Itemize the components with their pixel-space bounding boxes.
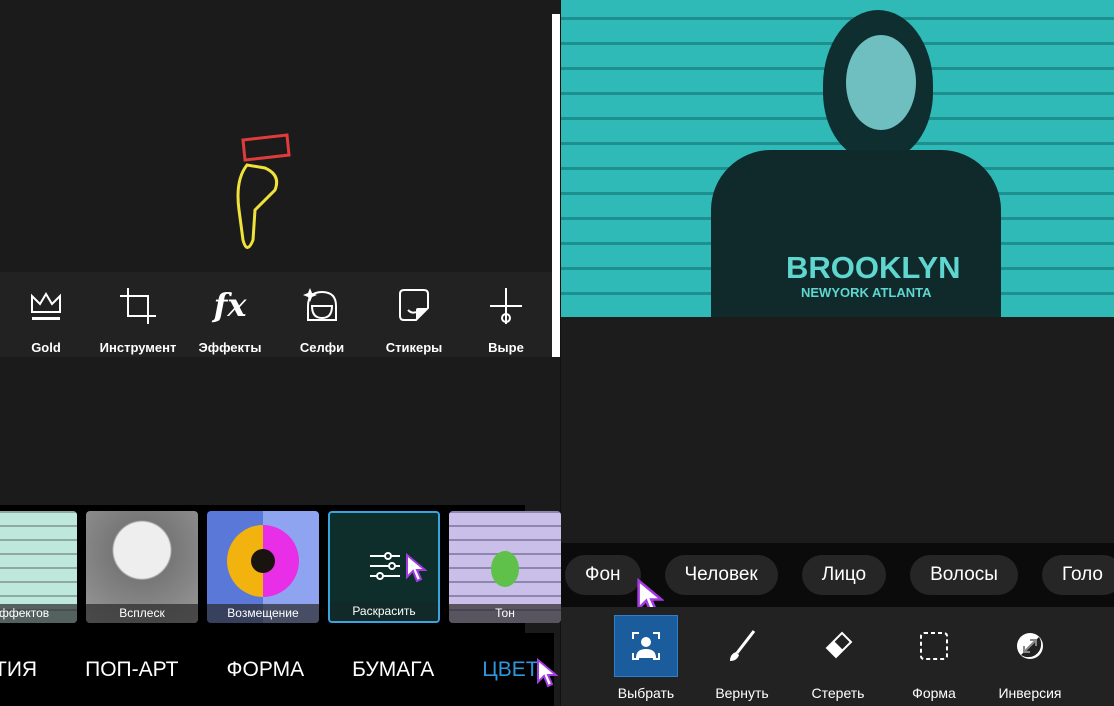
eraser-icon xyxy=(825,631,853,659)
effect-label: Тон xyxy=(449,604,561,623)
brush-icon xyxy=(730,630,756,661)
chip-face[interactable]: Лицо xyxy=(801,555,887,595)
tool-label: Выбрать xyxy=(617,685,675,701)
effect-thumb[interactable]: эффектов xyxy=(0,511,77,623)
shirt-subtext: NEWYORK ATLANTA xyxy=(801,285,932,300)
tab-category[interactable]: ТИЯ xyxy=(0,658,37,682)
tool-label: Выре xyxy=(488,340,524,355)
effect-thumb[interactable]: Возмещение xyxy=(207,511,319,623)
tab-category[interactable]: ПОП-АРТ xyxy=(85,658,178,682)
tab-category-active[interactable]: ЦВЕТ xyxy=(482,658,538,682)
main-toolbar: Gold Инструмент fx Эффекты Селфи Стикеры … xyxy=(0,272,552,357)
tool-instrument[interactable]: Инструмент xyxy=(92,272,184,357)
tool-label: Инверсия xyxy=(998,685,1062,701)
photo-canvas[interactable]: BROOKLYN NEWYORK ATLANTA xyxy=(561,0,1114,317)
tool-label: Стикеры xyxy=(385,340,443,355)
tool-selfie[interactable]: Селфи xyxy=(276,272,368,357)
sliders-icon xyxy=(370,552,400,580)
tool-stickers[interactable]: Стикеры xyxy=(368,272,460,357)
tool-label: Gold xyxy=(31,340,61,355)
chip-hair[interactable]: Волосы xyxy=(910,555,1018,595)
invert-icon xyxy=(1017,633,1043,659)
tab-category[interactable]: ФОРМА xyxy=(227,658,305,682)
category-tabs: ТИЯ ПОП-АРТ ФОРМА БУМАГА ЦВЕТ xyxy=(0,633,554,706)
effect-thumb[interactable]: Тон xyxy=(449,511,561,623)
tool-select[interactable]: Выбрать xyxy=(613,607,679,706)
shirt-text: BROOKLYN xyxy=(786,250,961,285)
tool-label: Эффекты xyxy=(198,340,262,355)
tool-gold[interactable]: Gold xyxy=(0,272,92,357)
chip-head[interactable]: Голо xyxy=(1041,555,1114,595)
effect-label: Возмещение xyxy=(207,604,319,623)
tool-erase[interactable]: Стереть xyxy=(805,607,871,706)
sticker-icon xyxy=(399,289,429,321)
tab-category[interactable]: БУМАГА xyxy=(352,658,434,682)
tool-label: Инструмент xyxy=(99,340,177,355)
effect-thumb[interactable]: Всплеск xyxy=(86,511,198,623)
tool-label: Форма xyxy=(912,685,956,701)
chip-background[interactable]: Фон xyxy=(565,555,641,595)
mouse-cursor-icon xyxy=(537,658,558,688)
tool-restore[interactable]: Вернуть xyxy=(709,607,775,706)
effect-label: эффектов xyxy=(0,604,77,623)
effect-label: Раскрасить xyxy=(330,602,438,621)
neon-hand-sticker-icon xyxy=(236,133,291,249)
shape-icon xyxy=(920,632,948,660)
tool-label: Селфи xyxy=(299,340,345,355)
tool-effects[interactable]: fx Эффекты xyxy=(184,272,276,357)
effects-strip: эффектов Всплеск Возмещение Раскрасить Т… xyxy=(0,505,561,633)
selfie-icon xyxy=(303,288,337,321)
tool-label: Стереть xyxy=(811,685,865,701)
fx-icon: fx xyxy=(213,286,247,324)
tool-label: Вернуть xyxy=(715,685,769,701)
tool-cutout[interactable]: Выре xyxy=(460,272,552,357)
crown-icon xyxy=(31,292,61,320)
effect-label: Всплеск xyxy=(86,604,198,623)
crop-icon xyxy=(120,288,156,324)
mouse-cursor-icon xyxy=(406,553,427,583)
divider xyxy=(552,14,560,357)
cutout-icon xyxy=(490,288,522,324)
mask-toolbar: Выбрать Вернуть Стереть Форма Инверсия xyxy=(561,607,1114,706)
tool-invert[interactable]: Инверсия xyxy=(997,607,1063,706)
chip-person[interactable]: Человек xyxy=(664,555,778,595)
tool-shape[interactable]: Форма xyxy=(901,607,967,706)
select-person-icon xyxy=(632,632,660,660)
